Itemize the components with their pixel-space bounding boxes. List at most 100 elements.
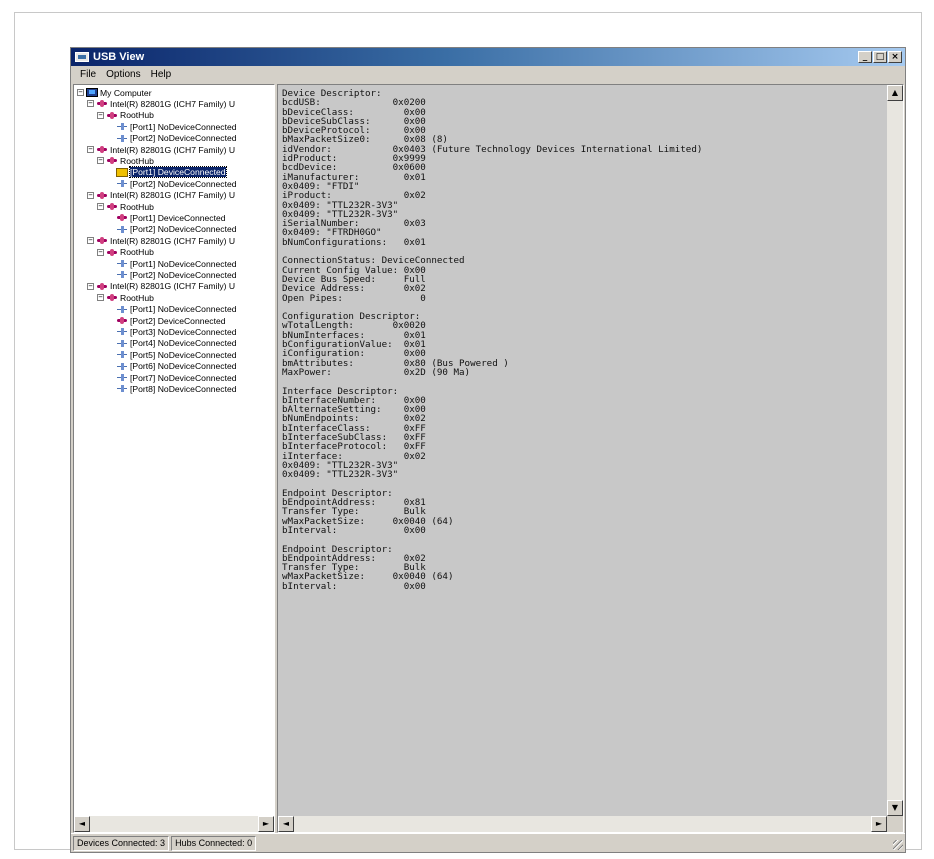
menu-file[interactable]: File: [75, 69, 101, 80]
usb-port-icon: [116, 384, 128, 393]
minimize-button[interactable]: _: [858, 51, 872, 63]
scroll-down-button[interactable]: ▼: [887, 800, 903, 816]
usb-hub-icon: [106, 156, 118, 165]
status-hubs-connected: Hubs Connected: 0: [171, 835, 257, 851]
tree-node-label: [Port6] NoDeviceConnected: [130, 361, 237, 372]
tree-node[interactable]: [Port2] NoDeviceConnected: [107, 269, 237, 280]
tree-node[interactable]: [Port1] DeviceConnected: [107, 166, 227, 179]
tree-node-label: [Port5] NoDeviceConnected: [130, 349, 237, 360]
tree-node-label: [Port2] NoDeviceConnected: [130, 133, 237, 144]
usb-hub-icon: [96, 191, 108, 200]
tree-node[interactable]: [Port1] NoDeviceConnected: [107, 258, 237, 269]
details-horizontal-scrollbar[interactable]: ◄ ►: [278, 816, 887, 832]
details-scroll-right-button[interactable]: ►: [871, 816, 887, 832]
scroll-up-button[interactable]: ▲: [887, 85, 903, 101]
tree-node-label: RootHub: [120, 247, 154, 258]
details-vertical-scrollbar[interactable]: ▲ ▼: [887, 85, 903, 816]
usb-hub-icon: [96, 282, 108, 291]
tree-node[interactable]: − RootHub: [97, 110, 154, 121]
window-title: USB View: [93, 51, 145, 63]
title-bar[interactable]: USB View _ □ ×: [71, 48, 905, 66]
tree-expander-icon[interactable]: −: [87, 191, 94, 199]
tree-expander-icon[interactable]: −: [97, 111, 104, 119]
tree-node-label: [Port1] DeviceConnected: [129, 166, 227, 179]
usb-hub-icon: [106, 293, 118, 302]
tree-node-label: [Port1] NoDeviceConnected: [130, 304, 237, 315]
scroll-left-button[interactable]: ◄: [74, 816, 90, 832]
maximize-button[interactable]: □: [873, 51, 887, 63]
tree-node[interactable]: − Intel(R) 82801G (ICH7 Family) U: [87, 281, 235, 292]
tree-node[interactable]: [Port3] NoDeviceConnected: [107, 326, 237, 337]
tree-expander-icon[interactable]: −: [87, 100, 94, 108]
tree-node[interactable]: [Port1] NoDeviceConnected: [107, 304, 237, 315]
device-descriptor-text[interactable]: Device Descriptor: bcdUSB: 0x0200 bDevic…: [282, 89, 702, 591]
tree-node-label: Intel(R) 82801G (ICH7 Family) U: [110, 281, 236, 292]
usb-port-icon: [116, 270, 128, 279]
tree-node[interactable]: [Port4] NoDeviceConnected: [107, 338, 237, 349]
usb-port-icon: [116, 179, 128, 188]
tree-node[interactable]: − Intel(R) 82801G (ICH7 Family) U: [87, 98, 235, 109]
window-controls: _ □ ×: [858, 51, 902, 63]
usb-hub-icon: [106, 111, 118, 120]
tree-node-label: RootHub: [120, 155, 154, 166]
scrollbar-corner: [887, 816, 903, 832]
usb-port-icon: [116, 122, 128, 131]
usb-hub-icon: [96, 99, 108, 108]
usbview-window: USB View _ □ × File Options Help − My Com…: [70, 47, 906, 853]
tree-node[interactable]: − RootHub: [97, 201, 154, 212]
tree-horizontal-scrollbar[interactable]: ◄ ►: [74, 816, 274, 832]
usb-port-icon: [116, 362, 128, 371]
details-scroll-left-button[interactable]: ◄: [278, 816, 294, 832]
tree-node[interactable]: − Intel(R) 82801G (ICH7 Family) U: [87, 190, 235, 201]
usb-port-icon: [116, 327, 128, 336]
tree-node[interactable]: [Port2] NoDeviceConnected: [107, 224, 237, 235]
resize-grip[interactable]: [893, 840, 903, 850]
tree-expander-icon[interactable]: −: [87, 282, 94, 290]
menu-options[interactable]: Options: [101, 69, 145, 80]
tree-node-label: Intel(R) 82801G (ICH7 Family) U: [110, 235, 236, 246]
close-button[interactable]: ×: [888, 51, 902, 63]
status-bar: Devices Connected: 3 Hubs Connected: 0: [71, 833, 905, 852]
tree-node[interactable]: [Port1] NoDeviceConnected: [107, 121, 237, 132]
tree-node-label: [Port2] NoDeviceConnected: [130, 224, 237, 235]
tree-node[interactable]: [Port2] NoDeviceConnected: [107, 133, 237, 144]
tree-node[interactable]: [Port6] NoDeviceConnected: [107, 361, 237, 372]
tree-node[interactable]: − RootHub: [97, 247, 154, 258]
scroll-right-button[interactable]: ►: [258, 816, 274, 832]
tree-expander-icon[interactable]: −: [97, 157, 104, 165]
tree-expander-icon[interactable]: −: [97, 294, 104, 302]
usb-hub-icon: [106, 248, 118, 257]
device-tree[interactable]: − My Computer − Intel(R) 82801G (ICH7 Famil…: [74, 85, 274, 816]
tree-node-label: [Port1] NoDeviceConnected: [130, 258, 237, 269]
tree-node-label: [Port8] NoDeviceConnected: [130, 383, 237, 394]
tree-node-label: RootHub: [120, 201, 154, 212]
usb-port-icon: [116, 259, 128, 268]
tree-node-label: [Port4] NoDeviceConnected: [130, 338, 237, 349]
usb-hub-icon: [96, 236, 108, 245]
tree-node-label: Intel(R) 82801G (ICH7 Family) U: [110, 98, 236, 109]
tree-node[interactable]: [Port2] NoDeviceConnected: [107, 178, 237, 189]
tree-node[interactable]: − Intel(R) 82801G (ICH7 Family) U: [87, 235, 235, 246]
usb-port-icon: [116, 225, 128, 234]
tree-node-label: [Port2] NoDeviceConnected: [130, 178, 237, 189]
tree-node[interactable]: [Port5] NoDeviceConnected: [107, 349, 237, 360]
tree-expander-icon[interactable]: −: [97, 248, 104, 256]
tree-node-label: [Port1] DeviceConnected: [130, 212, 226, 223]
menu-help[interactable]: Help: [146, 69, 177, 80]
menu-bar: File Options Help: [71, 66, 905, 82]
tree-expander-icon[interactable]: −: [87, 146, 94, 153]
tree-node[interactable]: − Intel(R) 82801G (ICH7 Family) U: [87, 144, 235, 155]
computer-icon: [86, 88, 98, 97]
tree-node[interactable]: − RootHub: [97, 155, 154, 166]
tree-node[interactable]: − RootHub: [97, 292, 154, 303]
tree-expander-icon[interactable]: −: [97, 203, 104, 210]
tree-node[interactable]: [Port1] DeviceConnected: [107, 212, 226, 223]
tree-expander-icon[interactable]: −: [77, 89, 84, 96]
tree-node[interactable]: [Port2] DeviceConnected: [107, 315, 226, 326]
tree-expander-icon[interactable]: −: [87, 237, 94, 245]
usb-hub-icon: [96, 145, 108, 154]
tree-node[interactable]: [Port8] NoDeviceConnected: [107, 383, 237, 394]
tree-node[interactable]: [Port7] NoDeviceConnected: [107, 372, 237, 383]
tree-node-label: [Port7] NoDeviceConnected: [130, 372, 237, 383]
tree-node[interactable]: − My Computer: [77, 87, 152, 98]
